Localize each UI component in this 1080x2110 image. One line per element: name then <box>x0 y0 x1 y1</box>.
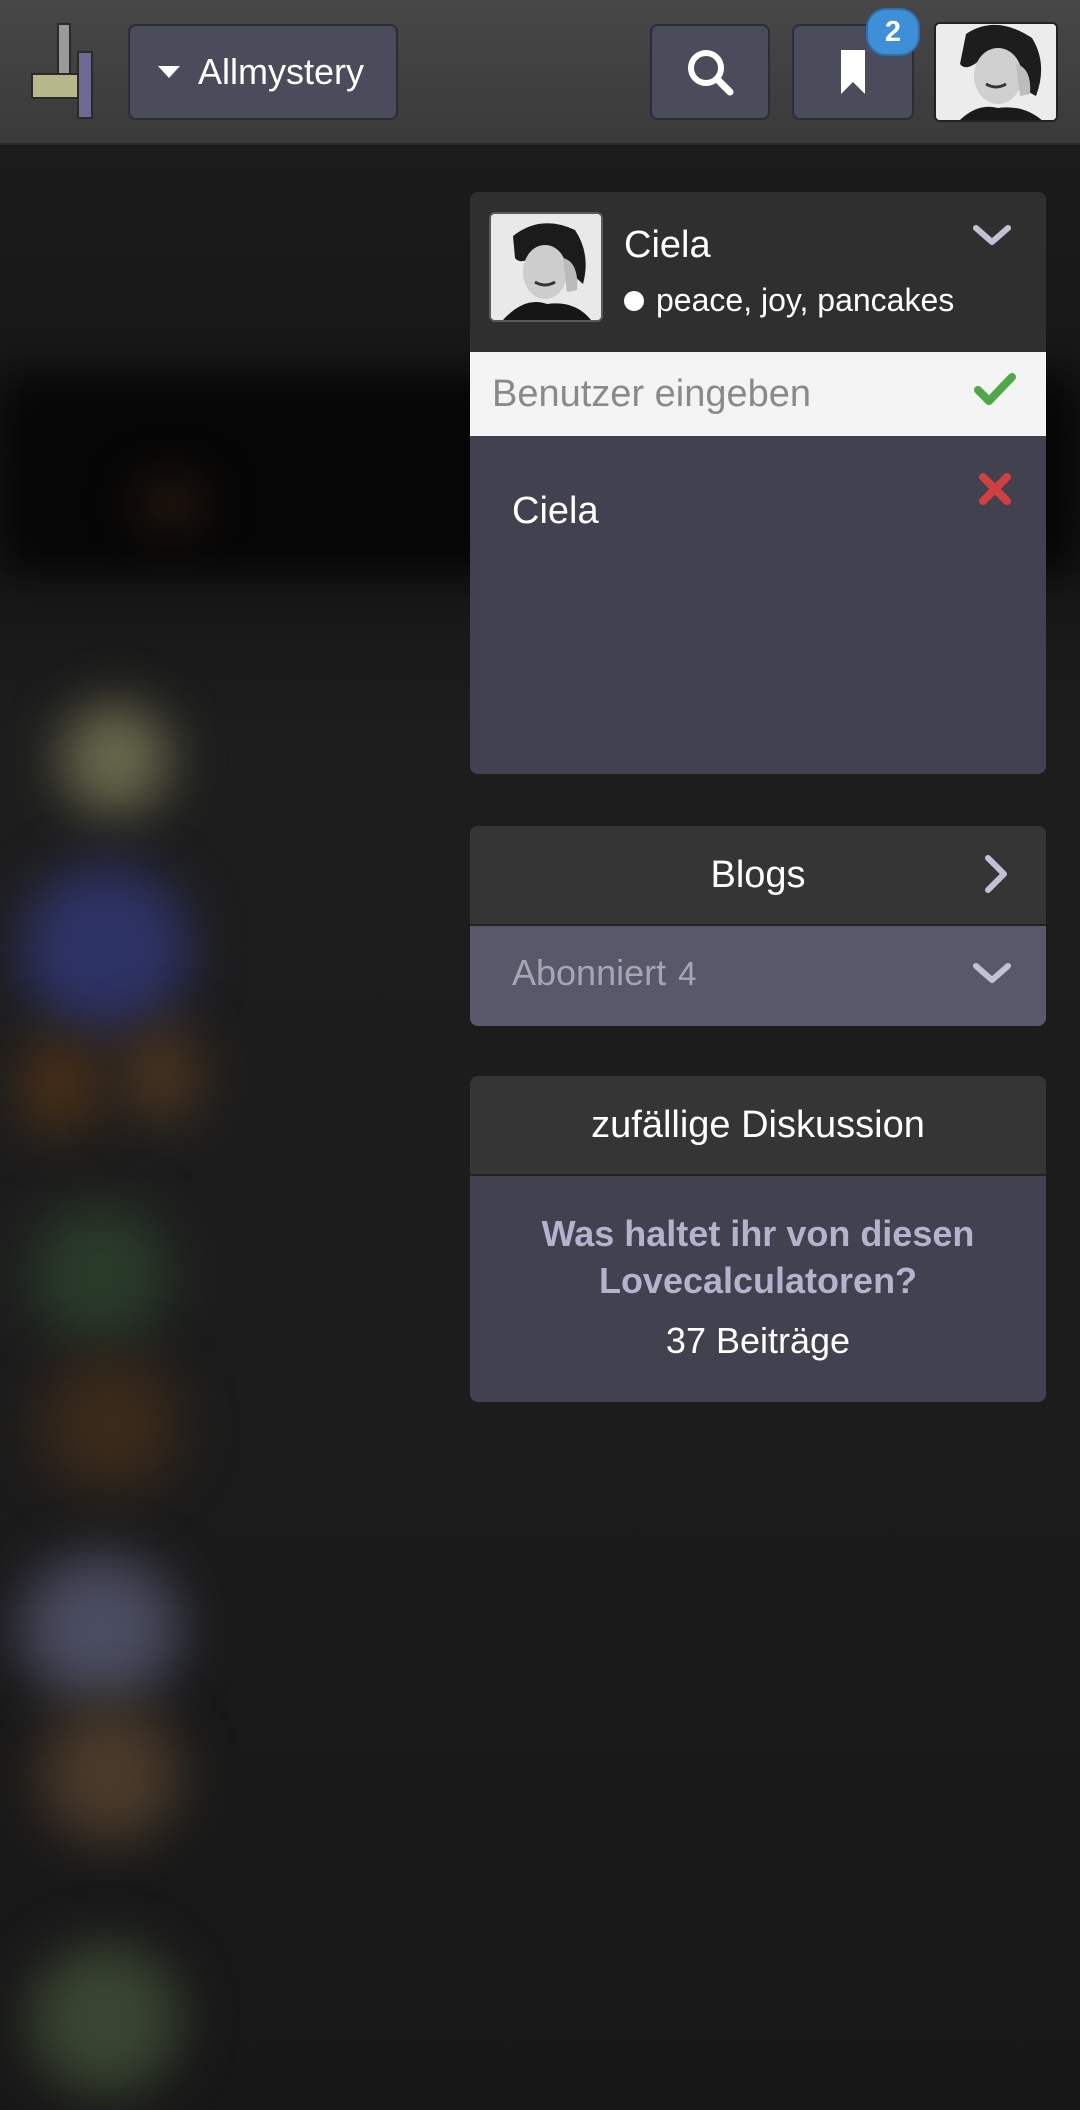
random-discussion-title: zufällige Diskussion <box>470 1076 1046 1176</box>
random-discussion-panel: zufällige Diskussion Was haltet ihr von … <box>470 1076 1046 1402</box>
user-input-row <box>470 352 1046 436</box>
user-search-input[interactable] <box>470 352 950 436</box>
profile-name: Ciela <box>624 224 711 266</box>
chevron-down-icon[interactable] <box>972 222 1012 250</box>
caret-down-icon <box>158 66 180 78</box>
confirm-check-icon[interactable] <box>974 372 1016 406</box>
remove-x-icon[interactable] <box>978 472 1012 506</box>
forum-dropdown-button[interactable]: Allmystery <box>128 24 398 120</box>
forum-label: Allmystery <box>198 51 365 92</box>
blogs-panel: Blogs Abonniert 4 <box>470 826 1046 1026</box>
user-list-item[interactable]: Ciela <box>512 490 599 533</box>
profile-avatar[interactable] <box>489 212 603 322</box>
subscribed-label: Abonniert <box>512 952 667 993</box>
profile-photo <box>491 214 601 320</box>
search-icon <box>688 50 734 96</box>
blogs-header[interactable]: Blogs <box>470 826 1046 926</box>
status-dot-icon <box>624 290 644 311</box>
random-discussion-link[interactable]: Was haltet ihr von diesen Lovecalculator… <box>510 1210 1006 1304</box>
allmystery-logo-icon[interactable] <box>30 22 98 122</box>
blogs-title: Blogs <box>710 853 806 896</box>
chevron-down-icon[interactable] <box>972 960 1012 988</box>
profile-status-text: peace, joy, pancakes <box>656 282 955 318</box>
profile-status: peace, joy, pancakes <box>624 282 954 319</box>
search-button[interactable] <box>650 24 770 120</box>
profile-panel: Ciela peace, joy, pancakes Ciela <box>470 192 1046 774</box>
subscribed-toggle[interactable]: Abonniert 4 <box>512 952 696 994</box>
subscribed-count: 4 <box>678 955 697 992</box>
notification-badge: 2 <box>866 8 920 56</box>
chevron-right-icon <box>985 855 1007 893</box>
random-discussion-posts: 37 Beiträge <box>665 1320 851 1361</box>
bookmark-icon <box>841 50 865 94</box>
profile-header[interactable]: Ciela peace, joy, pancakes <box>470 192 1046 352</box>
top-bar: Allmystery 2 <box>0 0 1080 145</box>
user-avatar[interactable] <box>934 22 1058 122</box>
avatar-photo <box>936 24 1056 120</box>
